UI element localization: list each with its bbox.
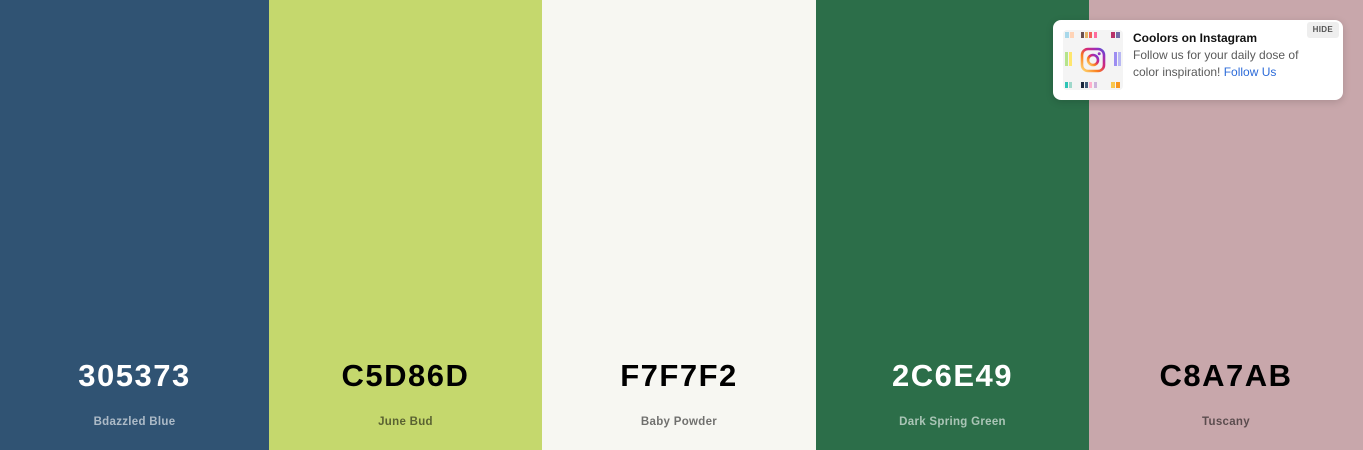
color-swatch-4[interactable]: 2C6E49 Dark Spring Green xyxy=(816,0,1089,450)
hex-code[interactable]: C8A7AB xyxy=(1089,356,1363,396)
color-name[interactable]: Tuscany xyxy=(1089,414,1363,430)
follow-us-link[interactable]: Follow Us xyxy=(1224,65,1277,79)
promo-title: Coolors on Instagram xyxy=(1133,31,1258,45)
color-name[interactable]: Dark Spring Green xyxy=(816,414,1089,430)
color-swatch-2[interactable]: C5D86D June Bud xyxy=(269,0,542,450)
color-swatch-3[interactable]: F7F7F2 Baby Powder xyxy=(542,0,816,450)
color-swatch-1[interactable]: 305373 Bdazzled Blue xyxy=(0,0,269,450)
hex-code[interactable]: F7F7F2 xyxy=(542,356,816,396)
instagram-icon xyxy=(1080,47,1106,73)
hex-code[interactable]: C5D86D xyxy=(269,356,542,396)
color-name[interactable]: Bdazzled Blue xyxy=(0,414,269,430)
hex-code[interactable]: 305373 xyxy=(0,356,269,396)
promo-text: Follow us for your daily dose of color i… xyxy=(1133,47,1323,81)
hex-code[interactable]: 2C6E49 xyxy=(816,356,1089,396)
color-name[interactable]: June Bud xyxy=(269,414,542,430)
hide-button[interactable]: HIDE xyxy=(1306,22,1339,38)
color-name[interactable]: Baby Powder xyxy=(542,414,816,430)
instagram-preview-thumbnail[interactable] xyxy=(1063,30,1123,90)
instagram-promo-card: Coolors on Instagram Follow us for your … xyxy=(1053,20,1343,100)
color-palette: 305373 Bdazzled Blue C5D86D June Bud F7F… xyxy=(0,0,1363,450)
